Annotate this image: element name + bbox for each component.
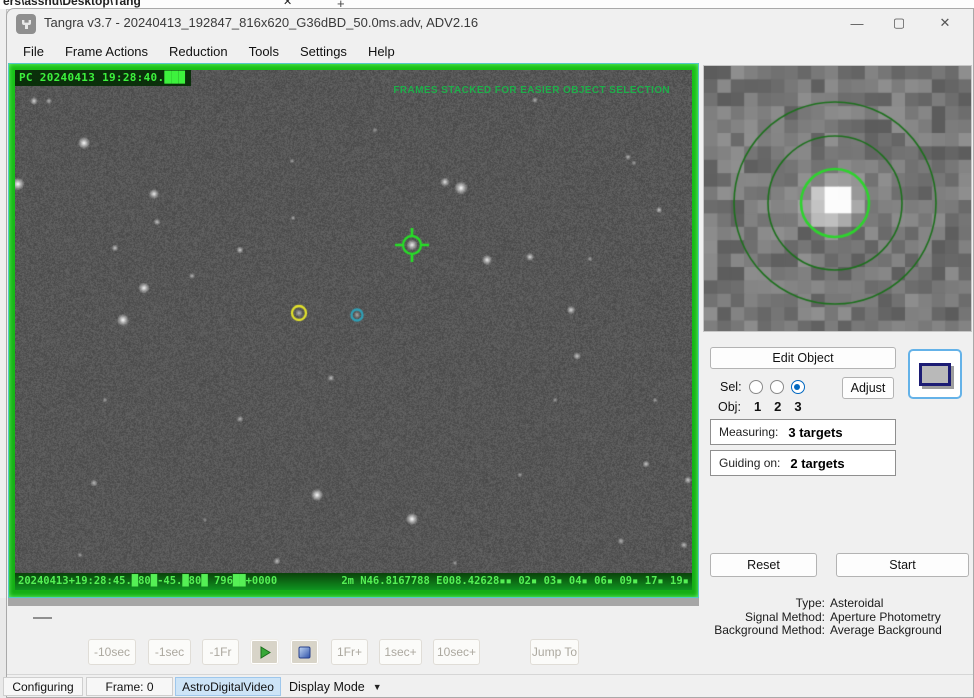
play-button[interactable] bbox=[250, 639, 279, 665]
object-radio-3[interactable] bbox=[791, 380, 805, 394]
window-title: Tangra v3.7 - 20240413_192847_816x620_G3… bbox=[44, 15, 478, 30]
obj-number-1: 1 bbox=[754, 399, 761, 414]
type-label: Type: bbox=[703, 597, 825, 611]
status-mode: Configuring bbox=[3, 677, 83, 696]
aperture-shape-icon bbox=[919, 363, 951, 386]
signal-method-label: Signal Method: bbox=[703, 611, 825, 625]
display-mode-dropdown[interactable]: Display Mode ▼ bbox=[289, 677, 382, 696]
start-button[interactable]: Start bbox=[836, 553, 969, 577]
menu-reduction[interactable]: Reduction bbox=[166, 42, 231, 61]
fwd-1frame-button[interactable]: 1Fr+ bbox=[331, 639, 368, 665]
background-method-value: Average Background bbox=[830, 624, 942, 638]
stop-button[interactable] bbox=[290, 639, 319, 665]
obj-number-3: 3 bbox=[794, 399, 801, 414]
tangra-logo-icon bbox=[16, 14, 36, 34]
menu-settings[interactable]: Settings bbox=[297, 42, 350, 61]
back-10sec-button[interactable]: -10sec bbox=[88, 639, 136, 665]
target-zoom-canvas bbox=[704, 66, 971, 331]
reset-button[interactable]: Reset bbox=[710, 553, 817, 577]
object-radio-2[interactable] bbox=[770, 380, 784, 394]
obj-label: Obj: bbox=[718, 400, 741, 414]
menu-bar: File Frame Actions Reduction Tools Setti… bbox=[8, 40, 974, 62]
reduction-info: Type: Asteroidal Signal Method: Aperture… bbox=[703, 597, 970, 638]
status-video-format[interactable]: AstroDigitalVideo bbox=[175, 677, 281, 696]
aperture-shape-button[interactable] bbox=[908, 349, 962, 399]
menu-tools[interactable]: Tools bbox=[246, 42, 282, 61]
tab-close-icon[interactable]: ✕ bbox=[283, 0, 292, 8]
adjust-button[interactable]: Adjust bbox=[842, 377, 894, 399]
background-window-path: ers\asshu\Desktop\Tang bbox=[3, 0, 141, 8]
osd-bottom-right: 2m N46.8167788 E008.42628▪▪ 02▪ 03▪ 04▪ … bbox=[341, 573, 689, 590]
object-number-row: Obj: 1 2 3 bbox=[718, 399, 802, 414]
measuring-box: Measuring: 3 targets bbox=[710, 419, 896, 445]
background-method-label: Background Method: bbox=[703, 624, 825, 638]
back-1frame-button[interactable]: -1Fr bbox=[202, 639, 239, 665]
screen: ers\asshu\Desktop\Tang ✕ + Tangra v3.7 -… bbox=[0, 0, 974, 698]
osd-timestamp-top: PC 20240413 19:28:40.███ bbox=[15, 70, 191, 86]
maximize-button[interactable]: ▢ bbox=[882, 10, 916, 36]
measuring-value: 3 targets bbox=[788, 425, 842, 440]
status-frame-counter: Frame: 0 bbox=[86, 677, 173, 696]
guiding-label: Guiding on: bbox=[719, 456, 780, 470]
object-radio-1[interactable] bbox=[749, 380, 763, 394]
play-icon bbox=[259, 646, 271, 659]
video-bottom-strip bbox=[8, 598, 699, 606]
osd-bottom-left: 20240413+19:28:45.█80█-45.█80█ 796██+000… bbox=[18, 573, 277, 590]
starfield-canvas[interactable] bbox=[15, 70, 692, 590]
target-zoom-panel bbox=[703, 65, 972, 332]
menu-help[interactable]: Help bbox=[365, 42, 398, 61]
menu-frame-actions[interactable]: Frame Actions bbox=[62, 42, 151, 61]
divider-dash bbox=[33, 617, 52, 619]
stacked-frames-banner: FRAMES STACKED FOR EASIER OBJECT SELECTI… bbox=[393, 85, 670, 96]
signal-method-value: Aperture Photometry bbox=[830, 611, 941, 625]
type-value: Asteroidal bbox=[830, 597, 883, 611]
display-mode-label: Display Mode bbox=[289, 680, 365, 694]
video-frame: PC 20240413 19:28:40.███ FRAMES STACKED … bbox=[8, 63, 699, 598]
object-select-row: Sel: bbox=[720, 379, 805, 395]
close-button[interactable]: ✕ bbox=[928, 10, 962, 36]
fwd-1sec-button[interactable]: 1sec+ bbox=[379, 639, 422, 665]
back-1sec-button[interactable]: -1sec bbox=[148, 639, 191, 665]
measuring-label: Measuring: bbox=[719, 425, 778, 439]
minimize-button[interactable]: — bbox=[840, 10, 874, 36]
guiding-value: 2 targets bbox=[790, 456, 844, 471]
jump-to-button[interactable]: Jump To bbox=[530, 639, 579, 665]
osd-timestamp-bottom: 20240413+19:28:45.█80█-45.█80█ 796██+000… bbox=[15, 573, 692, 590]
obj-number-2: 2 bbox=[774, 399, 781, 414]
sel-label: Sel: bbox=[720, 380, 742, 394]
guiding-box: Guiding on: 2 targets bbox=[710, 450, 896, 476]
video-area[interactable]: PC 20240413 19:28:40.███ FRAMES STACKED … bbox=[15, 70, 692, 590]
menu-file[interactable]: File bbox=[20, 42, 47, 61]
stop-icon bbox=[298, 646, 311, 659]
fwd-10sec-button[interactable]: 10sec+ bbox=[433, 639, 480, 665]
status-bar: Configuring Frame: 0 AstroDigitalVideo D… bbox=[7, 674, 973, 698]
edit-object-button[interactable]: Edit Object bbox=[710, 347, 896, 369]
title-bar: Tangra v3.7 - 20240413_192847_816x620_G3… bbox=[6, 8, 974, 38]
chevron-down-icon: ▼ bbox=[373, 682, 382, 692]
